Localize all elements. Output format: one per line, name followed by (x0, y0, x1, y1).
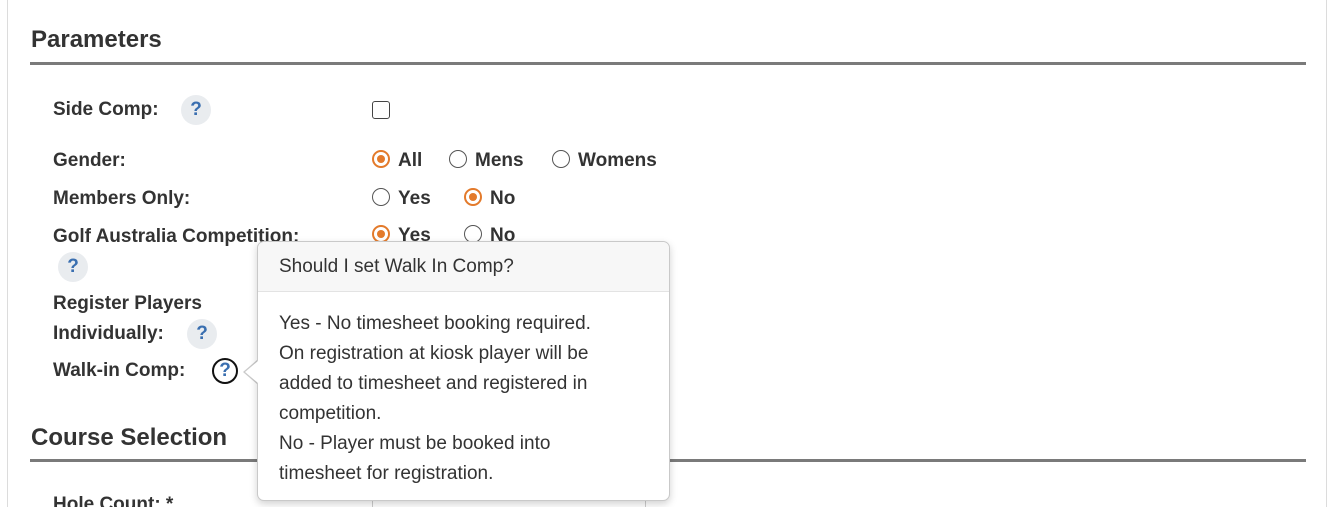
popover-arrow-inner (245, 361, 258, 383)
section-title-parameters: Parameters (31, 26, 162, 53)
popover-line: No - Player must be booked into (279, 433, 551, 454)
gender-womens-label[interactable]: Womens (578, 149, 657, 173)
gender-label: Gender: (53, 150, 126, 171)
side-comp-help-icon[interactable]: ? (181, 95, 211, 125)
popover-line: Yes - No timesheet booking required. (279, 313, 591, 334)
popover-line: On registration at kiosk player will be (279, 343, 589, 364)
popover-line: competition. (279, 403, 382, 424)
popover-line: timesheet for registration. (279, 463, 494, 484)
walk-in-comp-popover: Should I set Walk In Comp? Yes - No time… (257, 241, 670, 501)
gender-mens-label[interactable]: Mens (475, 149, 524, 173)
walk-in-comp-help-icon[interactable]: ? (212, 358, 238, 384)
hole-count-label: Hole Count: * (53, 494, 174, 507)
gender-mens-radio[interactable] (449, 150, 467, 168)
members-only-no-radio[interactable] (464, 188, 482, 206)
members-only-yes-label[interactable]: Yes (398, 187, 431, 211)
walk-in-comp-label: Walk-in Comp: (53, 360, 186, 381)
gender-all-radio[interactable] (372, 150, 390, 168)
popover-body: Yes - No timesheet booking required. On … (258, 292, 669, 506)
register-individually-label-line1: Register Players (53, 293, 202, 314)
popover-title: Should I set Walk In Comp? (258, 242, 669, 292)
gender-all-label[interactable]: All (398, 149, 422, 173)
gender-womens-radio[interactable] (552, 150, 570, 168)
section-title-course-selection: Course Selection (31, 424, 228, 451)
members-only-no-label[interactable]: No (490, 187, 515, 211)
members-only-label: Members Only: (53, 188, 191, 209)
members-only-yes-radio[interactable] (372, 188, 390, 206)
side-comp-checkbox[interactable] (372, 101, 390, 119)
golf-australia-help-icon[interactable]: ? (58, 252, 88, 282)
side-comp-label: Side Comp: (53, 99, 159, 120)
section-divider (30, 62, 1306, 65)
register-individually-label-line2: Individually: (53, 323, 164, 344)
register-individually-help-icon[interactable]: ? (187, 319, 217, 349)
popover-line: added to timesheet and registered in (279, 373, 588, 394)
